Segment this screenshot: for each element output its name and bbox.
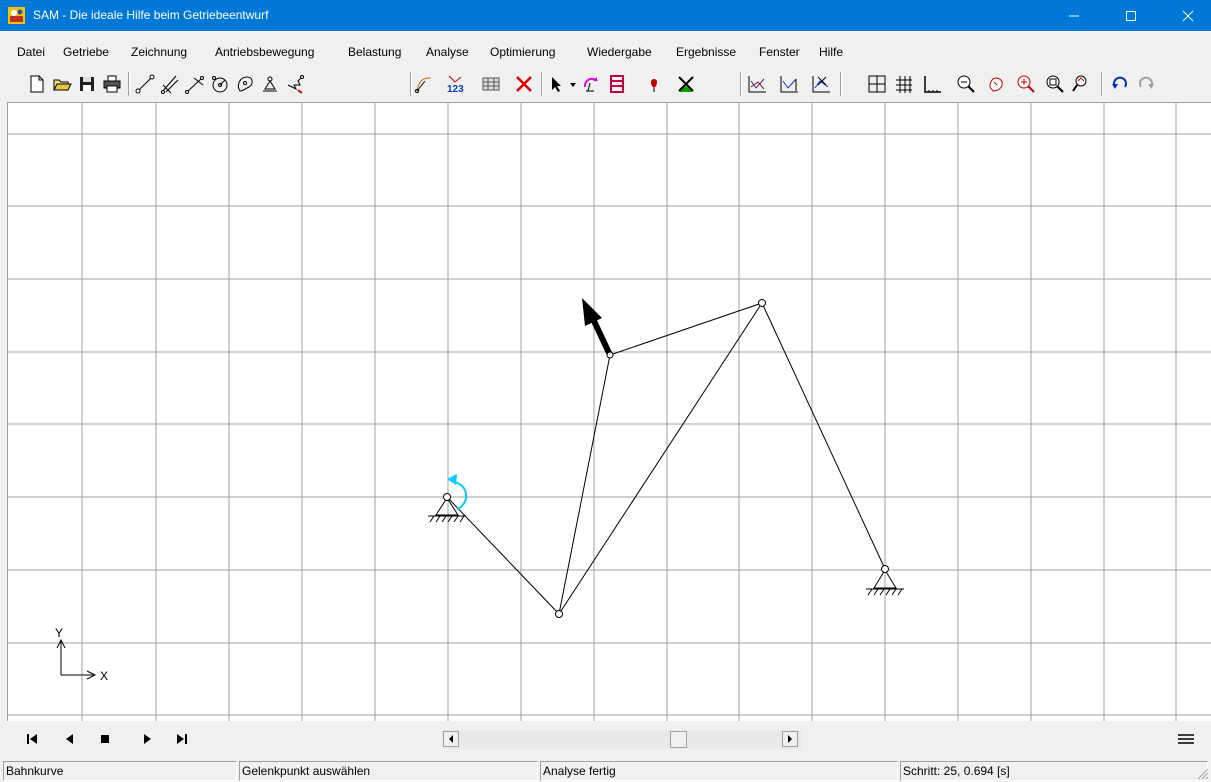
zoom-fit-icon[interactable]	[1044, 73, 1066, 95]
menu-analyse[interactable]: Analyse	[426, 45, 469, 59]
fixed-support-left[interactable]	[428, 497, 466, 523]
print-icon[interactable]	[101, 73, 123, 95]
resize-grip-icon[interactable]	[1196, 767, 1209, 780]
axes-icon[interactable]	[921, 73, 943, 95]
status-panel-step: Schritt: 25, 0.694 [s]	[900, 761, 1208, 781]
svg-text:123: 123	[447, 84, 464, 95]
status-panel-state: Analyse fertig	[540, 761, 898, 781]
scroll-left-button[interactable]	[443, 731, 459, 747]
zoom-in-icon[interactable]	[1015, 73, 1037, 95]
toolbar-separator	[410, 72, 412, 96]
axis-x-label: X	[100, 669, 108, 683]
new-file-icon[interactable]	[26, 73, 48, 95]
grid	[8, 103, 1211, 721]
menu-getriebe[interactable]: Getriebe	[63, 45, 109, 59]
menu-optimierung[interactable]: Optimierung	[490, 45, 555, 59]
drawing-canvas[interactable]: Y X	[7, 102, 1211, 721]
link-crank[interactable]	[446, 496, 560, 615]
title-bar: SAM - Die ideale Hilfe beim Getriebeentw…	[0, 0, 1211, 31]
status-panel-mode: Bahnkurve	[3, 761, 237, 781]
scroll-right-icon	[788, 735, 792, 743]
graph-compare-icon[interactable]	[778, 73, 800, 95]
select-arrow-icon[interactable]	[546, 73, 568, 95]
zoom-window-icon[interactable]	[1070, 73, 1092, 95]
force-arrow[interactable]	[582, 298, 613, 357]
hamburger-menu-icon[interactable]	[1177, 731, 1195, 747]
axis-y-label: Y	[55, 626, 63, 640]
analysis-icon[interactable]	[675, 73, 697, 95]
menu-belastung[interactable]: Belastung	[348, 45, 401, 59]
menu-wiedergabe[interactable]: Wiedergabe	[587, 45, 652, 59]
menu-bar: Datei Getriebe Zeichnung Antriebsbewegun…	[0, 43, 1211, 63]
dropdown-icon[interactable]	[568, 73, 578, 95]
maximize-icon	[1126, 10, 1136, 21]
step-back-icon[interactable]	[62, 731, 78, 747]
linkage[interactable]	[446, 302, 886, 615]
minimize-button[interactable]	[1051, 0, 1097, 31]
zoom-out-icon[interactable]	[955, 73, 977, 95]
skip-to-start-icon[interactable]	[24, 731, 40, 747]
numbering-icon[interactable]: 123	[445, 73, 467, 95]
scroll-right-button[interactable]	[782, 731, 798, 747]
toolbar: 123	[0, 66, 1211, 102]
menu-fenster[interactable]: Fenster	[759, 45, 800, 59]
menu-antriebsbewegung[interactable]: Antriebsbewegung	[215, 45, 314, 59]
toolbar-separator	[840, 72, 842, 96]
mechanism-drawing[interactable]: Y X	[8, 103, 1211, 721]
axes-indicator	[56, 638, 97, 680]
spring-icon[interactable]	[284, 73, 306, 95]
toolbar-separator	[128, 72, 130, 96]
beam-element-icon[interactable]	[134, 73, 156, 95]
grid-toggle-icon[interactable]	[866, 73, 888, 95]
menu-datei[interactable]: Datei	[17, 45, 45, 59]
cam-icon[interactable]	[234, 73, 256, 95]
joint-fixed-left[interactable]	[443, 493, 451, 501]
joint-coupler[interactable]	[606, 351, 614, 359]
stop-icon[interactable]	[97, 731, 113, 747]
delete-icon[interactable]	[513, 73, 535, 95]
graph-icon[interactable]	[746, 73, 768, 95]
window-title: SAM - Die ideale Hilfe beim Getriebeentw…	[33, 8, 269, 22]
play-icon[interactable]	[139, 731, 155, 747]
gear-pair-icon[interactable]	[209, 73, 231, 95]
slider-beam-icon[interactable]	[184, 73, 206, 95]
toolbar-separator	[541, 72, 543, 96]
save-icon[interactable]	[76, 73, 98, 95]
force-icon[interactable]	[643, 73, 665, 95]
motion-path-icon[interactable]	[413, 73, 435, 95]
link-rocker[interactable]	[761, 302, 886, 570]
scroll-left-icon	[449, 735, 453, 743]
close-button[interactable]	[1165, 0, 1211, 31]
sam-app-icon	[8, 7, 25, 24]
drive-rotation-arrow[interactable]	[447, 474, 468, 510]
minimize-icon	[1069, 15, 1079, 16]
scroll-thumb[interactable]	[670, 731, 687, 748]
menu-zeichnung[interactable]: Zeichnung	[131, 45, 187, 59]
menu-ergebnisse[interactable]: Ergebnisse	[676, 45, 736, 59]
status-panel-hint: Gelenkpunkt auswählen	[239, 761, 538, 781]
matrix-icon[interactable]	[480, 73, 502, 95]
joint-lower[interactable]	[555, 610, 563, 618]
joint-top[interactable]	[758, 299, 766, 307]
toolbar-separator	[1101, 72, 1103, 96]
open-folder-icon[interactable]	[51, 73, 73, 95]
toolbar-separator	[740, 72, 742, 96]
maximize-button[interactable]	[1108, 0, 1154, 31]
undo-icon[interactable]	[1109, 73, 1131, 95]
redo-icon[interactable]	[1135, 73, 1157, 95]
timeline-scrollbar[interactable]	[442, 730, 801, 749]
support-icon[interactable]	[259, 73, 281, 95]
close-icon	[1182, 10, 1194, 21]
joint-fixed-right[interactable]	[881, 565, 889, 573]
menu-hilfe[interactable]: Hilfe	[819, 45, 843, 59]
status-bar: Bahnkurve Gelenkpunkt auswählen Analyse …	[0, 759, 1211, 782]
playback-bar	[0, 721, 1211, 758]
pan-icon[interactable]	[985, 73, 1007, 95]
graph-delete-icon[interactable]	[810, 73, 832, 95]
slider-element-icon[interactable]	[159, 73, 181, 95]
skip-to-end-icon[interactable]	[174, 731, 190, 747]
load-icon[interactable]	[606, 73, 628, 95]
driving-motion-icon[interactable]	[580, 73, 602, 95]
grid-settings-icon[interactable]	[893, 73, 915, 95]
